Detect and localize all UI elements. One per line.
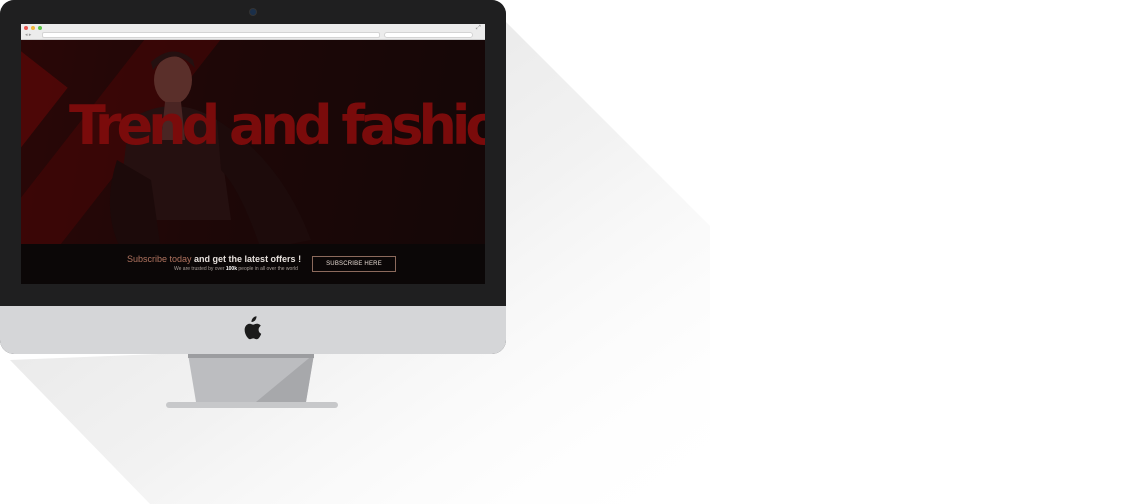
screen: ◂ ▸ ⤢ Trend and fashion Subscribe today … xyxy=(21,24,485,284)
subscribe-headline-accent: Subscribe today xyxy=(127,254,192,264)
subscribe-sub-count: 100k xyxy=(225,266,237,272)
browser-toolbar: ◂ ▸ ⤢ xyxy=(21,24,485,40)
subscribe-button[interactable]: SUBSCRIBE HERE xyxy=(312,256,396,272)
subscribe-subtext: We are trusted by over 100k people in al… xyxy=(174,266,298,272)
minimize-icon[interactable] xyxy=(31,26,35,30)
subscribe-headline-rest: and get the latest offers ! xyxy=(191,254,302,264)
browser-search-field[interactable] xyxy=(384,32,473,38)
close-icon[interactable] xyxy=(24,26,28,30)
subscribe-sub-after: people in all over the world xyxy=(237,266,298,272)
address-bar[interactable] xyxy=(42,32,380,38)
back-forward-icon[interactable]: ◂ ▸ xyxy=(25,32,31,38)
stand-base xyxy=(166,402,338,408)
monitor-stand xyxy=(188,354,314,402)
subscribe-sub-before: We are trusted by over xyxy=(174,266,226,272)
apple-logo-icon xyxy=(244,316,262,340)
camera-icon xyxy=(250,9,256,15)
hero-banner: Trend and fashion Subscribe today and ge… xyxy=(21,40,485,284)
zoom-icon[interactable] xyxy=(38,26,42,30)
expand-icon[interactable]: ⤢ xyxy=(476,25,481,31)
hero-title: Trend and fashion xyxy=(69,94,485,157)
subscribe-headline: Subscribe today and get the latest offer… xyxy=(127,254,301,264)
subscribe-strip: Subscribe today and get the latest offer… xyxy=(21,244,485,284)
